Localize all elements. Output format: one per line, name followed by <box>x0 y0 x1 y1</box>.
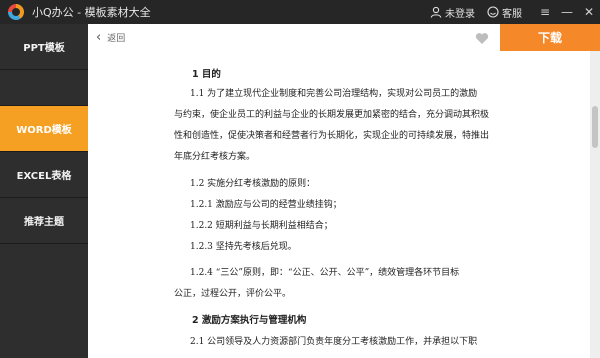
scrollbar[interactable] <box>590 51 600 358</box>
minimize-icon: — <box>561 5 573 19</box>
document-line: 1.2.1 激励应与公司的经营业绩挂钩； <box>190 200 342 210</box>
document-viewer: ‹ 返回 下载 1 目的 1.1 为了建立现代企业制度和完善公司治理结构，实现对… <box>88 24 600 358</box>
section-heading: 1 目的 <box>192 69 221 80</box>
scrollbar-thumb[interactable] <box>592 106 598 148</box>
title-bar: 小Q办公 - 模板素材大全 未登录 客服 ≡ — ✕ <box>0 0 600 24</box>
headset-icon <box>487 6 499 18</box>
app-title: 小Q办公 - 模板素材大全 <box>32 6 151 19</box>
document-line: 1.2.3 坚持先考核后兑现。 <box>190 242 297 252</box>
menu-icon: ≡ <box>539 5 551 19</box>
heart-icon <box>475 33 489 44</box>
document-line: 2.1 公司领导及人力资源部门负责年度分工考核激励工作，并承担以下职 <box>190 337 478 347</box>
document-line: 与约束，使企业员工的利益与企业的长期发展更加紧密的结合，充分调动其积极 <box>174 110 490 120</box>
document-line: 性和创造性，促使决策者和经营者行为长期化，实现企业的可持续发展，特推出 <box>174 131 490 141</box>
login-label: 未登录 <box>445 8 475 20</box>
sidebar-item-label: EXCEL表格 <box>16 171 72 182</box>
section-heading: 2 激励方案执行与管理机构 <box>192 315 307 326</box>
download-button[interactable]: 下载 <box>500 24 600 51</box>
close-button[interactable]: ✕ <box>578 0 600 24</box>
sidebar-divider <box>0 70 88 106</box>
back-label: 返回 <box>107 34 126 44</box>
close-icon: ✕ <box>583 5 595 19</box>
sidebar: PPT模板 WORD模板 EXCEL表格 推荐主题 <box>0 24 88 358</box>
document-line: 1.2.4 “三公”原则，即：“公正、公开、公平”，绩效管理各环节目标 <box>190 268 460 278</box>
sidebar-item-ppt[interactable]: PPT模板 <box>0 24 88 70</box>
menu-button[interactable]: ≡ <box>534 0 556 24</box>
document-line: 年底分红考核方案。 <box>174 152 256 162</box>
favorite-button[interactable] <box>475 30 489 49</box>
sidebar-item-excel[interactable]: EXCEL表格 <box>0 152 88 198</box>
sidebar-item-word[interactable]: WORD模板 <box>0 106 88 152</box>
minimize-button[interactable]: — <box>556 0 578 24</box>
chevron-left-icon: ‹ <box>96 30 102 45</box>
sidebar-item-label: PPT模板 <box>23 43 65 54</box>
service-label: 客服 <box>502 8 522 20</box>
back-button[interactable]: ‹ 返回 <box>96 31 125 44</box>
document-line: 1.1 为了建立现代企业制度和完善公司治理结构，实现对公司员工的激励 <box>190 89 478 99</box>
sidebar-item-label: 推荐主题 <box>24 217 64 228</box>
login-link[interactable]: 未登录 <box>430 5 475 20</box>
document-line: 公正，过程公开，评价公平。 <box>174 289 292 299</box>
sidebar-item-label: WORD模板 <box>16 125 72 136</box>
user-icon <box>430 6 442 18</box>
download-label: 下载 <box>537 31 562 45</box>
document-line: 1.2 实施分红考核激励的原则： <box>190 179 316 189</box>
sidebar-item-themes[interactable]: 推荐主题 <box>0 198 88 244</box>
app-logo-icon <box>8 4 24 20</box>
document-line: 1.2.2 短期利益与长期利益相结合； <box>190 221 333 231</box>
service-link[interactable]: 客服 <box>487 5 522 20</box>
